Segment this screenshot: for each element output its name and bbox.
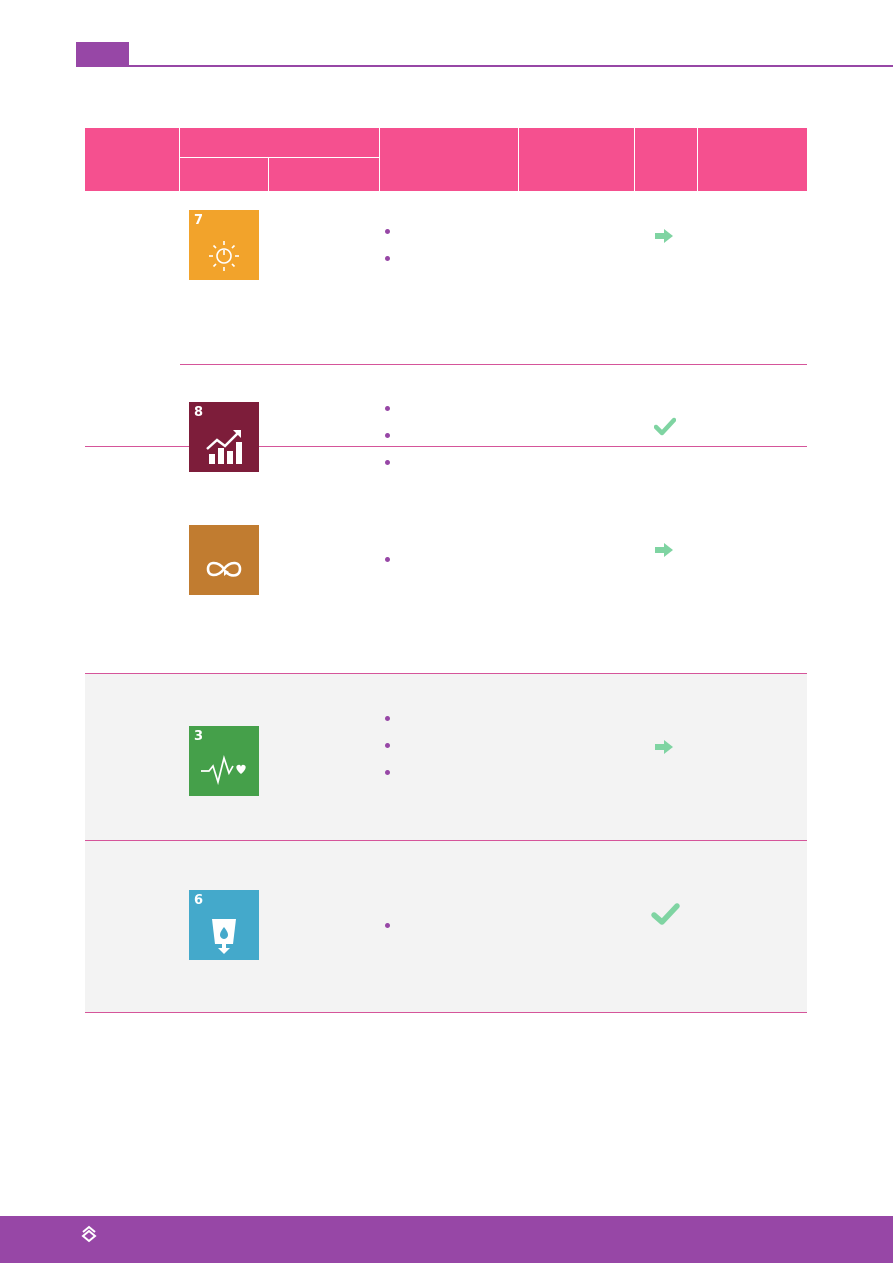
header-tab bbox=[76, 42, 129, 66]
sdg-table: 7 8 3 6 bbox=[85, 128, 807, 1013]
table-row: 3 bbox=[85, 674, 807, 841]
infinity-loop-icon bbox=[206, 561, 242, 577]
sdg-badge-3: 3 bbox=[189, 726, 259, 796]
arrow-right-icon bbox=[655, 229, 673, 243]
brand-logo-icon bbox=[81, 1225, 97, 1243]
sdg-badge-12 bbox=[189, 525, 259, 595]
checkmark-icon bbox=[654, 417, 676, 436]
heartbeat-icon bbox=[201, 754, 246, 786]
arrow-right-icon bbox=[655, 543, 673, 557]
checkmark-icon bbox=[651, 903, 680, 925]
table-row: 7 8 bbox=[85, 191, 807, 472]
sdg-badge-6: 6 bbox=[189, 890, 259, 960]
header-rule bbox=[76, 65, 893, 67]
water-glass-icon bbox=[212, 919, 236, 954]
sun-power-icon bbox=[209, 241, 239, 271]
sdg-badge-7: 7 bbox=[189, 210, 259, 280]
arrow-right-icon bbox=[655, 740, 673, 754]
table-row bbox=[85, 447, 807, 674]
table-row: 6 bbox=[85, 841, 807, 1013]
table-header bbox=[85, 128, 807, 191]
page-footer bbox=[0, 1216, 893, 1263]
